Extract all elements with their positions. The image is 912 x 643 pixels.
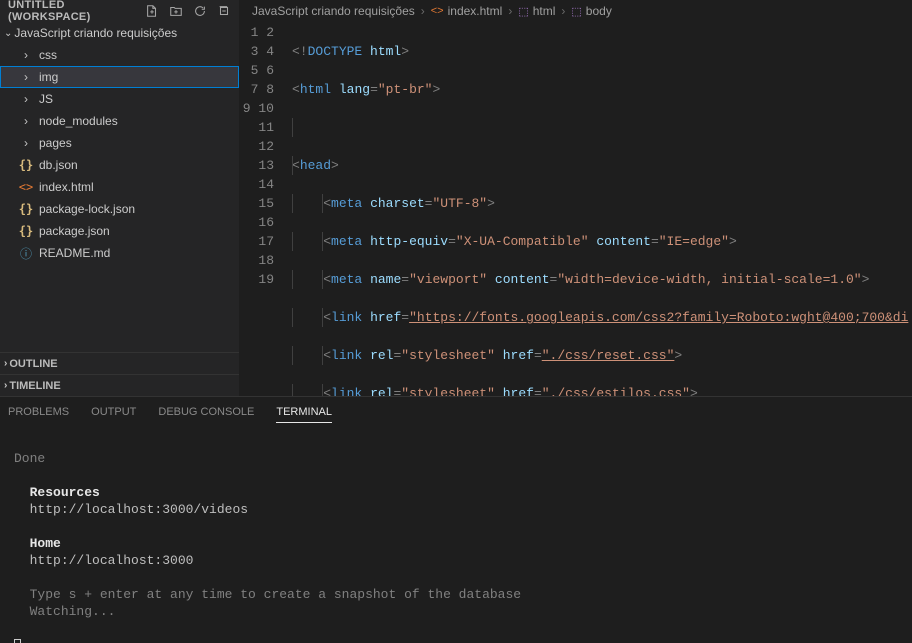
terminal-line: Resources (30, 485, 100, 500)
terminal-cursor (14, 639, 21, 643)
symbol-icon: ⬚ (571, 5, 581, 18)
terminal-line: http://localhost:3000 (30, 553, 194, 568)
html-icon: <> (431, 5, 444, 17)
html-icon: <> (18, 180, 34, 194)
file-tree: ›css ›img ›JS ›node_modules ›pages {}db.… (0, 44, 239, 352)
project-name-label: JavaScript criando requisições (14, 26, 177, 40)
panel-tabs: PROBLEMS OUTPUT DEBUG CONSOLE TERMINAL (0, 397, 912, 425)
folder-node-modules[interactable]: ›node_modules (0, 110, 239, 132)
chevron-right-icon: › (4, 358, 7, 369)
chevron-right-icon: › (4, 380, 7, 391)
chevron-right-icon: › (561, 4, 565, 18)
bottom-panel: PROBLEMS OUTPUT DEBUG CONSOLE TERMINAL D… (0, 396, 912, 643)
breadcrumbs: JavaScript criando requisições › <>index… (240, 0, 912, 22)
terminal-line: http://localhost:3000/videos (30, 502, 248, 517)
chevron-right-icon: › (18, 114, 34, 128)
code-content[interactable]: <!DOCTYPE html> <html lang="pt-br"> <hea… (292, 22, 912, 396)
tab-problems[interactable]: PROBLEMS (8, 406, 69, 422)
chevron-right-icon: › (18, 70, 34, 84)
terminal-line: Done (14, 451, 45, 466)
file-readme-md[interactable]: ⓘREADME.md (0, 242, 239, 264)
folder-js[interactable]: ›JS (0, 88, 239, 110)
collapse-all-icon[interactable] (217, 4, 231, 18)
file-package-json[interactable]: {}package.json (0, 220, 239, 242)
workspace-title: UNTITLED (WORKSPACE) (8, 0, 145, 23)
file-package-lock-json[interactable]: {}package-lock.json (0, 198, 239, 220)
tab-terminal[interactable]: TERMINAL (276, 406, 332, 423)
chevron-right-icon: › (18, 92, 34, 106)
folder-pages[interactable]: ›pages (0, 132, 239, 154)
breadcrumb-file[interactable]: <>index.html (431, 4, 503, 18)
refresh-icon[interactable] (193, 4, 207, 18)
terminal-line: Watching... (30, 604, 116, 619)
project-root[interactable]: ⌄ JavaScript criando requisições (0, 22, 239, 44)
explorer-sidebar: UNTITLED (WORKSPACE) ⌄ JavaScript criand… (0, 0, 240, 396)
chevron-right-icon: › (18, 136, 34, 150)
terminal-line: Type s + enter at any time to create a s… (30, 587, 521, 602)
terminal-line: Home (30, 536, 61, 551)
chevron-down-icon: ⌄ (4, 28, 12, 39)
outline-section[interactable]: ›OUTLINE (0, 352, 239, 374)
breadcrumb-html[interactable]: ⬚html (518, 4, 555, 18)
symbol-icon: ⬚ (518, 5, 528, 18)
breadcrumb-body[interactable]: ⬚body (571, 4, 611, 18)
editor-area: JavaScript criando requisições › <>index… (240, 0, 912, 396)
code-editor[interactable]: 1 2 3 4 5 6 7 8 9 10 11 12 13 14 15 16 1… (240, 22, 912, 396)
new-file-icon[interactable] (145, 4, 159, 18)
chevron-right-icon: › (18, 48, 34, 62)
line-gutter: 1 2 3 4 5 6 7 8 9 10 11 12 13 14 15 16 1… (240, 22, 292, 396)
json-icon: {} (18, 158, 34, 172)
json-icon: {} (18, 224, 34, 238)
folder-css[interactable]: ›css (0, 44, 239, 66)
info-icon: ⓘ (18, 245, 34, 262)
breadcrumb-folder[interactable]: JavaScript criando requisições (252, 4, 415, 18)
tab-debug-console[interactable]: DEBUG CONSOLE (158, 406, 254, 422)
explorer-header: UNTITLED (WORKSPACE) (0, 0, 239, 22)
file-db-json[interactable]: {}db.json (0, 154, 239, 176)
terminal-output[interactable]: Done Resources http://localhost:3000/vid… (0, 425, 912, 643)
folder-img[interactable]: ›img (0, 66, 239, 88)
file-index-html[interactable]: <>index.html (0, 176, 239, 198)
json-icon: {} (18, 202, 34, 216)
chevron-right-icon: › (421, 4, 425, 18)
chevron-right-icon: › (508, 4, 512, 18)
new-folder-icon[interactable] (169, 4, 183, 18)
timeline-section[interactable]: ›TIMELINE (0, 374, 239, 396)
tab-output[interactable]: OUTPUT (91, 406, 136, 422)
